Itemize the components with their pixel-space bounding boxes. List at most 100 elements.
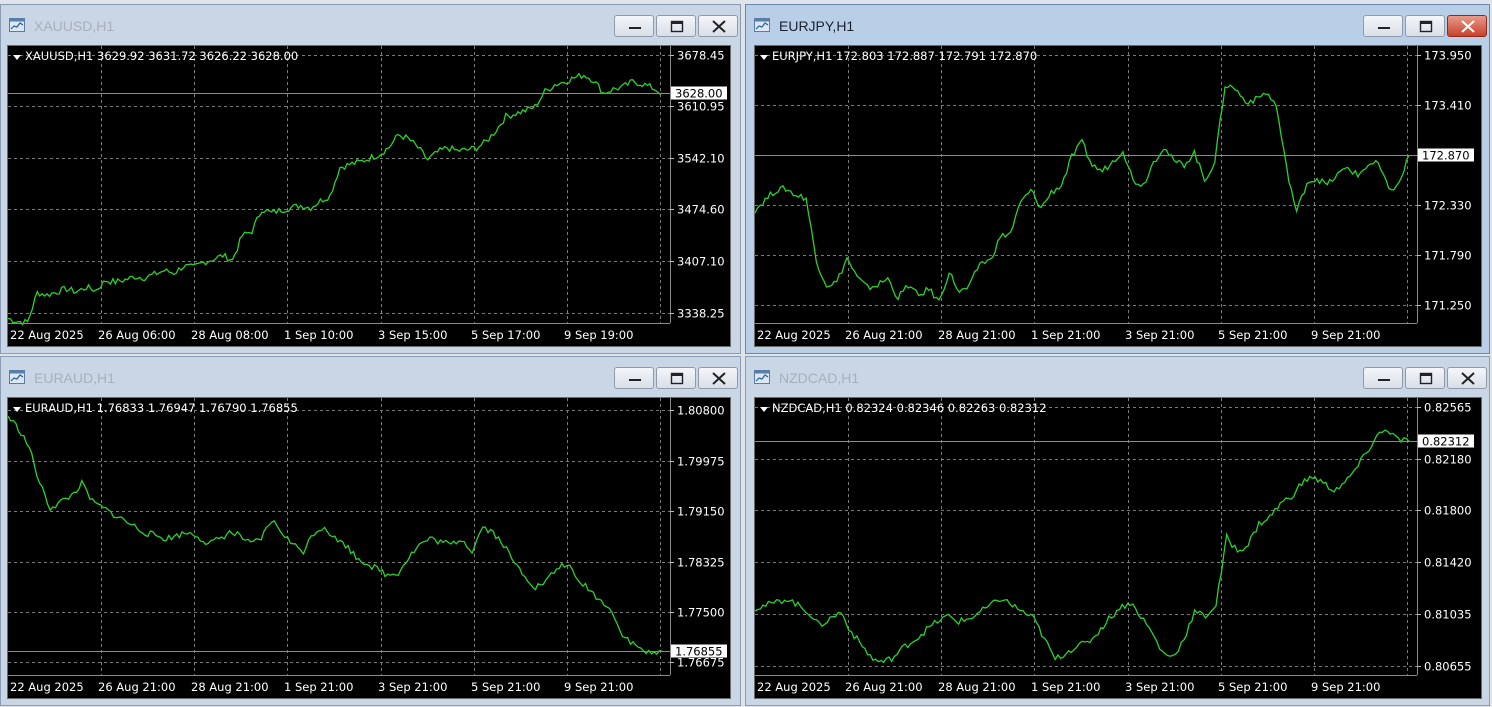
maximize-button[interactable] [656,367,696,389]
close-button[interactable] [1447,15,1487,37]
time-tick-label: 28 Aug 21:00 [938,328,1016,342]
price-tick-label: 1.77500 [677,606,725,620]
time-tick-label: 5 Sep 21:00 [1218,328,1287,342]
time-tick-label: 22 Aug 2025 [757,328,831,342]
maximize-button[interactable] [1405,367,1445,389]
chart-window-euraud[interactable]: EURAUD,H1 1.80800 1.79975 1.79150 1.78325 1.… [0,356,741,706]
current-price-label: 0.82312 [1422,435,1470,449]
price-tick-label: 0.82565 [1424,401,1472,415]
chart-svg: 0.82565 0.82180 0.81800 0.81420 0.81035 0.806… [755,398,1474,694]
window-title: EURAUD,H1 [34,370,115,386]
price-tick-label: 172.330 [1424,199,1472,213]
price-tick-label: 0.80655 [1424,660,1472,674]
time-tick-label: 9 Sep 21:00 [564,680,633,694]
window-titlebar[interactable]: EURJPY,H1 [746,5,1489,43]
chart-window-nzdcad[interactable]: NZDCAD,H1 0.82565 0.82180 0.81800 0.81420 0.… [745,356,1490,706]
dropdown-triangle-icon[interactable] [13,55,21,60]
maximize-button[interactable] [656,15,696,37]
time-tick-label: 22 Aug 2025 [757,680,831,694]
time-tick-label: 9 Sep 21:00 [1311,680,1380,694]
time-tick-label: 26 Aug 21:00 [845,680,923,694]
time-tick-label: 3 Sep 21:00 [1125,680,1194,694]
window-title: EURJPY,H1 [779,18,855,34]
current-price-label: 172.870 [1422,149,1470,163]
dropdown-triangle-icon[interactable] [13,407,21,412]
chart-window-icon [754,370,770,384]
time-tick-label: 1 Sep 21:00 [284,680,353,694]
price-tick-label: 171.250 [1424,299,1472,313]
time-tick-label: 9 Sep 19:00 [564,328,633,342]
minimize-button[interactable] [1363,367,1403,389]
ohlc-info-text: EURAUD,H1 1.76833 1.76947 1.76790 1.7685… [25,401,298,415]
chart-svg: 1.808001.799751.791501.783251.775001.766… [8,398,727,694]
dropdown-triangle-icon[interactable] [760,407,768,412]
price-series-line [755,429,1410,664]
price-tick-label: 1.78325 [677,556,725,570]
time-tick-label: 3 Sep 21:00 [378,680,447,694]
ohlc-info-text: NZDCAD,H1 0.82324 0.82346 0.82263 0.8231… [772,401,1047,415]
time-tick-label: 26 Aug 21:00 [98,680,176,694]
chart-window-icon [754,18,770,32]
time-tick-label: 5 Sep 21:00 [471,680,540,694]
price-tick-label: 3338.25 [677,307,725,321]
minimize-button[interactable] [614,15,654,37]
price-tick-label: 3610.95 [677,100,725,114]
chart-window-icon [9,370,25,384]
time-tick-label: 28 Aug 21:00 [938,680,1016,694]
minimize-button[interactable] [614,367,654,389]
price-tick-label: 0.81420 [1424,556,1472,570]
window-titlebar[interactable]: XAUUSD,H1 [1,5,740,43]
price-chart[interactable]: 173.950 173.410 172.870 172.330 171.790 171.2… [754,45,1482,347]
time-tick-label: 28 Aug 21:00 [191,680,269,694]
price-tick-label: 0.82180 [1424,453,1472,467]
current-price-label: 3628.00 [675,87,723,101]
window-title: XAUUSD,H1 [34,18,115,34]
time-tick-label: 3 Sep 15:00 [378,328,447,342]
window-title: NZDCAD,H1 [779,370,860,386]
price-chart[interactable]: 1.80800 1.79975 1.79150 1.78325 1.77500 1.766… [7,397,731,699]
time-tick-label: 5 Sep 21:00 [1218,680,1287,694]
ohlc-info-text: EURJPY,H1 172.803 172.887 172.791 172.87… [772,49,1037,63]
price-tick-label: 171.790 [1424,249,1472,263]
price-tick-label: 173.950 [1424,49,1472,63]
chart-window-icon [9,18,25,32]
chart-svg: 173.950 173.410 172.870 172.330 171.790 171.2… [755,46,1474,342]
terminal-workspace: { "windows": [ { "id": "xauusd", "title"… [0,0,1492,707]
time-tick-label: 1 Sep 10:00 [284,328,353,342]
price-tick-label: 1.80800 [677,404,725,418]
price-chart[interactable]: 0.82565 0.82180 0.81800 0.81420 0.81035 0.806… [754,397,1482,699]
close-button[interactable] [698,367,738,389]
dropdown-triangle-icon[interactable] [760,55,768,60]
price-tick-label: 173.410 [1424,99,1472,113]
chart-svg: 3678.45 3610.95 3542.10 3474.60 3407.10 3338.… [8,46,727,342]
price-tick-label: 0.81035 [1424,608,1472,622]
time-tick-label: 5 Sep 17:00 [471,328,540,342]
ohlc-info-text: XAUUSD,H1 3629.92 3631.72 3626.22 3628.0… [25,49,298,63]
price-tick-label: 3407.10 [677,255,725,269]
minimize-button[interactable] [1363,15,1403,37]
price-tick-label: 3474.60 [677,203,725,217]
price-tick-label: 3678.45 [677,49,725,63]
maximize-button[interactable] [1405,15,1445,37]
chart-window-xauusd[interactable]: XAUUSD,H1 3678.45 3610.95 3542.10 3474.60 34… [0,4,741,354]
time-tick-label: 1 Sep 21:00 [1031,680,1100,694]
window-titlebar[interactable]: EURAUD,H1 [1,357,740,395]
window-titlebar[interactable]: NZDCAD,H1 [746,357,1489,395]
time-tick-label: 22 Aug 2025 [10,328,84,342]
close-button[interactable] [1447,367,1487,389]
time-tick-label: 9 Sep 21:00 [1311,328,1380,342]
time-tick-label: 3 Sep 21:00 [1125,328,1194,342]
time-tick-label: 22 Aug 2025 [10,680,84,694]
price-series-line [8,415,663,656]
price-chart[interactable]: 3678.45 3610.95 3542.10 3474.60 3407.10 3338.… [7,45,731,347]
price-series-line [755,84,1410,301]
time-tick-label: 26 Aug 06:00 [98,328,176,342]
price-tick-label: 3542.10 [677,152,725,166]
price-tick-label: 0.81800 [1424,504,1472,518]
chart-window-eurjpy[interactable]: EURJPY,H1 173.950173.410172.870172.33017… [745,4,1490,354]
close-button[interactable] [698,15,738,37]
price-tick-label: 1.79975 [677,455,725,469]
time-tick-label: 28 Aug 08:00 [191,328,269,342]
price-series-line [8,72,663,326]
current-price-label: 1.76855 [675,645,723,659]
